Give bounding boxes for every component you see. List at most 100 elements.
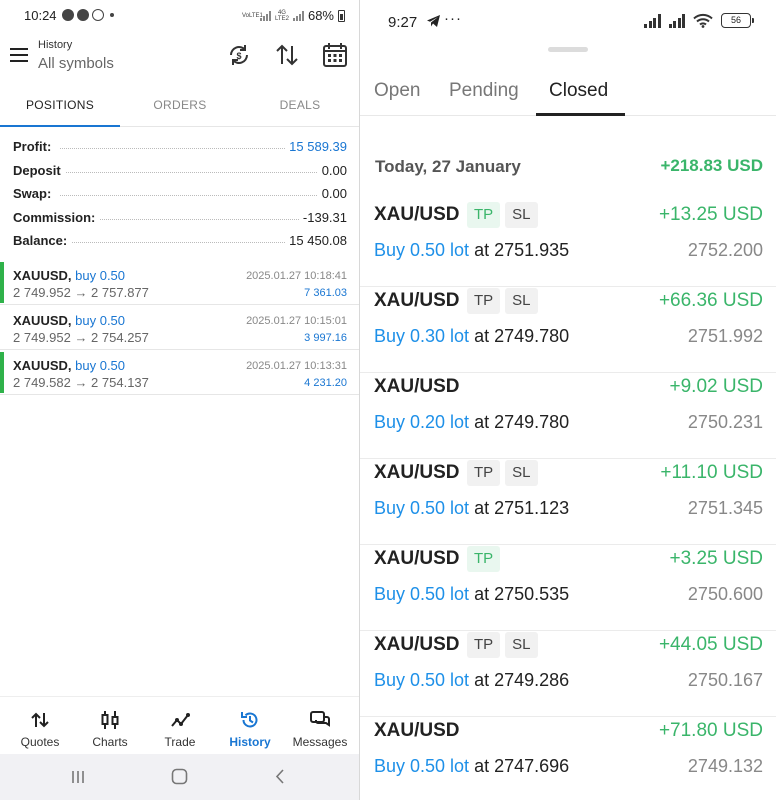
trade-details: Buy 0.50 lot at 2747.696	[374, 756, 569, 777]
refresh-currency-icon[interactable]: $	[226, 42, 252, 68]
battery-icon	[338, 9, 345, 22]
trade-close-price: 2751.992	[687, 326, 763, 346]
active-tab-indicator	[0, 125, 120, 127]
trade-lot: Buy 0.50 lot	[374, 584, 470, 604]
take-profit-badge: TP	[467, 460, 501, 486]
summary-row-profit: Profit: 15 589.39	[0, 136, 359, 160]
trade-symbol: XAU/USD	[374, 634, 460, 655]
home-icon[interactable]	[171, 768, 188, 785]
nav-charts[interactable]: Charts	[75, 697, 145, 755]
calendar-icon[interactable]	[322, 42, 348, 68]
tab-deals[interactable]: DEALS	[240, 90, 360, 127]
position-date: 2025.01.27 10:18:41	[246, 270, 347, 282]
position-row[interactable]: XAUUSD, buy 0.50 2 749.582 → 2 754.137 2…	[0, 350, 359, 395]
tab-open[interactable]: Open	[374, 80, 420, 102]
battery-icon: 56	[721, 13, 754, 28]
trade-row[interactable]: XAU/USD TP +3.25 USD Buy 0.50 lot at 275…	[360, 545, 776, 631]
summary-row-commission: Commission: -139.31	[0, 207, 359, 231]
app-bar: History All symbols $	[0, 34, 359, 86]
status-right: 56	[644, 13, 754, 28]
screenshot-root: 10:24 VoLTE1 4G LTE2 68% History All sym…	[0, 0, 776, 800]
trade-row[interactable]: XAU/USD TP SL +66.36 USD Buy 0.30 lot at…	[360, 287, 776, 373]
whatsapp-icon	[92, 9, 104, 21]
position-profit: 7 361.03	[304, 287, 347, 299]
take-profit-badge: TP	[467, 546, 501, 572]
trade-open-price: at 2747.696	[469, 756, 570, 776]
trade-profit: +66.36 USD	[658, 290, 763, 311]
stop-loss-badge: SL	[505, 202, 538, 228]
trade-details: Buy 0.50 lot at 2749.286	[374, 670, 569, 691]
drag-handle[interactable]	[548, 47, 588, 52]
trade-badges: TP SL	[467, 288, 538, 314]
trade-lot: Buy 0.30 lot	[374, 326, 470, 346]
position-prices: 2 749.582 → 2 754.137	[13, 375, 149, 390]
position-prices: 2 749.952 → 2 757.877	[13, 285, 149, 300]
nav-label: Trade	[164, 735, 196, 749]
trade-symbol: XAU/USD	[374, 376, 460, 397]
trade-details: Buy 0.50 lot at 2751.935	[374, 240, 569, 261]
trade-lot: Buy 0.50 lot	[374, 498, 470, 518]
trade-details: Buy 0.20 lot at 2749.780	[374, 412, 569, 433]
trade-close-price: 2750.600	[687, 584, 763, 604]
trade-badges: TP SL	[467, 460, 538, 486]
summary-value: 0.00	[317, 162, 347, 178]
summary-value: 0.00	[317, 186, 347, 201]
dotted-leader	[60, 195, 323, 196]
trade-row[interactable]: XAU/USD TP SL +13.25 USD Buy 0.50 lot at…	[360, 201, 776, 287]
trade-symbol: XAU/USD	[374, 204, 460, 225]
nav-history[interactable]: History	[215, 697, 285, 755]
trade-symbol: XAU/USD	[374, 462, 460, 483]
trade-close-price: 2751.345	[687, 498, 763, 518]
take-profit-badge: TP	[467, 288, 501, 314]
recent-apps-icon[interactable]	[70, 769, 86, 785]
take-profit-badge: TP	[467, 632, 501, 658]
position-list: XAUUSD, buy 0.50 2 749.952 → 2 757.877 2…	[0, 260, 359, 395]
right-screen-closed-trades: 9:27 ··· 56 Open Pending Closed Today, 2…	[359, 0, 776, 800]
trade-icon	[171, 713, 190, 727]
trade-lot: Buy 0.50 lot	[374, 756, 470, 776]
stop-loss-badge: SL	[505, 632, 538, 658]
sort-icon[interactable]	[274, 42, 300, 68]
dotted-leader	[60, 148, 323, 149]
trade-open-price: at 2749.780	[469, 412, 570, 432]
status-bar: 10:24 VoLTE1 4G LTE2 68%	[0, 0, 359, 30]
more-notifications-dot-icon	[110, 13, 114, 17]
position-side: buy 0.50	[75, 313, 126, 328]
position-row[interactable]: XAUUSD, buy 0.50 2 749.952 → 2 754.257 2…	[0, 305, 359, 350]
summary-row-swap: Swap: 0.00	[0, 183, 359, 207]
trade-row[interactable]: XAU/USD TP SL +44.05 USD Buy 0.50 lot at…	[360, 631, 776, 717]
summary-value: -139.31	[298, 209, 347, 225]
left-screen-metatrader: 10:24 VoLTE1 4G LTE2 68% History All sym…	[0, 0, 359, 800]
telegram-icon	[427, 15, 440, 27]
tab-closed[interactable]: Closed	[549, 80, 608, 102]
menu-icon[interactable]	[10, 48, 28, 62]
summary-table: Profit: 15 589.39 Deposit 0.00 Swap: 0.0…	[0, 136, 359, 254]
summary-label: Balance:	[13, 233, 72, 248]
day-header: Today, 27 January +218.83 USD	[360, 135, 776, 201]
trade-open-price: at 2750.535	[469, 584, 570, 604]
nav-messages[interactable]: Messages	[285, 697, 355, 755]
status-time: 9:27	[388, 14, 418, 31]
position-date: 2025.01.27 10:15:01	[246, 315, 347, 327]
position-row[interactable]: XAUUSD, buy 0.50 2 749.952 → 2 757.877 2…	[0, 260, 359, 305]
day-total: +218.83 USD	[660, 156, 763, 175]
trade-row[interactable]: XAU/USD +71.80 USD Buy 0.50 lot at 2747.…	[360, 717, 776, 800]
trade-profit: +13.25 USD	[658, 204, 763, 225]
buy-indicator-bar	[0, 262, 4, 303]
nav-quotes[interactable]: Quotes	[5, 697, 75, 755]
trade-row[interactable]: XAU/USD +9.02 USD Buy 0.20 lot at 2749.7…	[360, 373, 776, 459]
symbol-filter[interactable]: All symbols	[38, 55, 114, 72]
position-prices: 2 749.952 → 2 754.257	[13, 330, 149, 345]
tab-positions[interactable]: POSITIONS	[0, 90, 120, 127]
position-date: 2025.01.27 10:13:31	[246, 360, 347, 372]
wifi-icon	[693, 13, 713, 28]
trade-row[interactable]: XAU/USD TP SL +11.10 USD Buy 0.50 lot at…	[360, 459, 776, 545]
quotes-icon	[31, 712, 49, 728]
signal1-icon	[644, 13, 661, 28]
notification-icon	[62, 9, 74, 21]
nav-trade[interactable]: Trade	[145, 697, 215, 755]
status-time: 10:24	[24, 8, 57, 23]
back-icon[interactable]	[274, 768, 286, 785]
tab-pending[interactable]: Pending	[449, 80, 519, 102]
tab-orders[interactable]: ORDERS	[120, 90, 240, 127]
